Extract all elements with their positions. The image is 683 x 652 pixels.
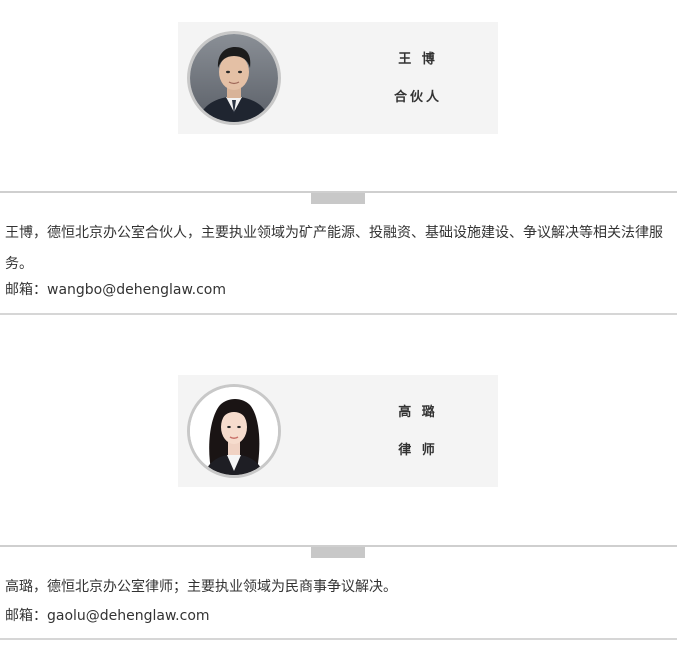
- divider-tab: [311, 193, 365, 204]
- section-bottom-line: [0, 313, 677, 315]
- divider-tab: [311, 547, 365, 558]
- profile-name: 高 璐: [398, 405, 438, 420]
- profile-bio: 高璐，德恒北京办公室律师；主要执业领域为民商事争议解决。: [5, 579, 397, 595]
- profile-title: 合伙人: [393, 90, 442, 105]
- section-bottom-line: [0, 638, 677, 640]
- portrait-photo-male: [190, 34, 278, 122]
- profile-card-wangbo: 王 博 合伙人: [178, 22, 498, 134]
- avatar-wangbo: [187, 31, 281, 125]
- avatar-gaolu: [187, 384, 281, 478]
- profile-title: 律 师: [398, 443, 438, 458]
- profile-card-gaolu: 高 璐 律 师: [178, 375, 498, 487]
- profile-email: 邮箱：wangbo@dehenglaw.com: [5, 282, 226, 298]
- profile-name: 王 博: [398, 52, 438, 67]
- portrait-photo-female: [190, 387, 278, 475]
- profile-bio: 王博，德恒北京办公室合伙人，主要执业领域为矿产能源、投融资、基础设施建设、争议解…: [5, 225, 663, 272]
- profile-email: 邮箱：gaolu@dehenglaw.com: [5, 608, 210, 624]
